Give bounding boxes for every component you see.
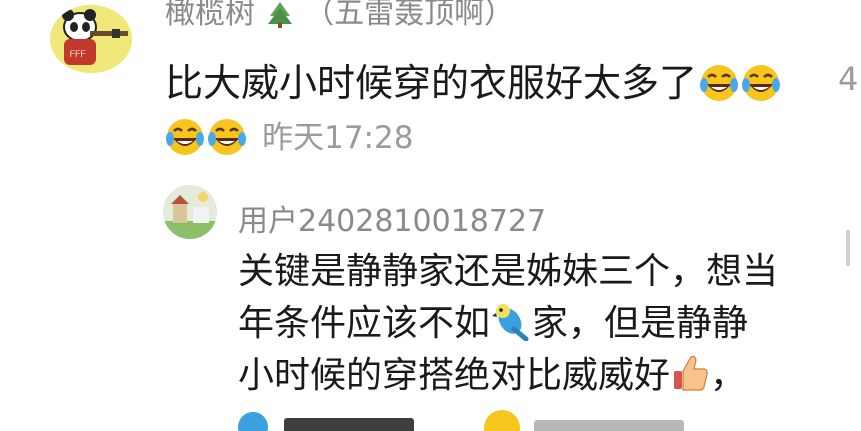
- comment-timestamp: 昨天17:28: [262, 120, 414, 156]
- comment-text: 比大威小时候穿的衣服好太多了: [165, 61, 698, 105]
- parrot-icon: [490, 301, 532, 341]
- svg-text:ᖴᖴᖴ: ᖴᖴᖴ: [70, 50, 86, 60]
- reply-username[interactable]: 用户2402810018727: [238, 196, 546, 240]
- like-count[interactable]: 4: [838, 60, 858, 98]
- laugh-cry-icon: [165, 117, 205, 157]
- comment-username[interactable]: 橄榄树: [165, 0, 255, 31]
- cut-off-line: [238, 404, 698, 431]
- comment-username-row: 橄榄树 （五雷轰顶啊）: [165, 0, 514, 32]
- commenter-avatar[interactable]: ᖴᖴᖴ: [50, 5, 132, 73]
- reply-line-2: 年条件应该不如 家，但是静静: [238, 301, 749, 344]
- tree-icon: [265, 0, 295, 29]
- laugh-cry-icon: [741, 63, 781, 103]
- reply-avatar[interactable]: [163, 185, 217, 239]
- comment-meta-line: 昨天17:28: [165, 112, 413, 157]
- comment-text-line: 比大威小时候穿的衣服好太多了: [165, 52, 781, 107]
- laugh-cry-icon: [207, 117, 247, 157]
- thumbs-up-icon: [670, 353, 710, 393]
- right-edge-mark: [846, 230, 850, 266]
- laugh-cry-icon: [699, 63, 739, 103]
- reply-line-1: 关键是静静家还是姊妹三个，想当: [238, 251, 779, 292]
- reply-line-3: 小时候的穿搭绝对比威威好，: [238, 353, 747, 396]
- reply-text: 关键是静静家还是姊妹三个，想当 年条件应该不如 家，但是静静 小时候的穿搭绝对比威…: [238, 246, 778, 402]
- comment-username-suffix: （五雷轰顶啊）: [304, 0, 515, 31]
